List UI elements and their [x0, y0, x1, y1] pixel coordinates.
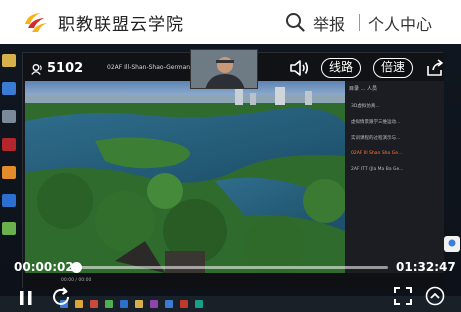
total-duration: 01:32:47	[396, 260, 456, 274]
inner-control-bar: 00:00 / 00:00	[23, 273, 444, 289]
taskbar-icon	[90, 300, 98, 308]
taskbar-icon	[135, 300, 143, 308]
desktop-icon	[2, 222, 16, 235]
shared-desktop: 02AF Ill-Shan-Shao-German Dual Vo 目录 ...…	[0, 44, 461, 296]
seek-handle[interactable]	[70, 262, 82, 273]
volume-icon[interactable]	[289, 59, 309, 77]
taskbar-icon	[150, 300, 158, 308]
panel-list-item: 虚拟情景跟学三维运动...	[351, 120, 401, 125]
line-switch-label: 线路	[328, 60, 353, 74]
play-pause-button[interactable]	[16, 287, 36, 309]
panel-list-item: 实训课程的过程演示与...	[351, 136, 401, 141]
collapse-up-icon[interactable]	[425, 286, 445, 306]
desktop-icon	[2, 110, 16, 123]
desktop-icon	[2, 194, 16, 207]
search-icon[interactable]	[285, 12, 305, 32]
inner-time-text: 00:00 / 00:00	[61, 278, 92, 283]
aerial-park-video-frame	[25, 81, 345, 273]
panel-list-item: 3D虚拟仿真...	[351, 104, 380, 109]
desktop-icon	[2, 138, 16, 151]
viewer-count: 5102	[47, 61, 84, 76]
taskbar-icon	[75, 300, 83, 308]
teacher-camera-feed	[190, 49, 258, 89]
app-header: 职教联盟云学院 举报 个人中心	[0, 0, 461, 44]
personal-center-link[interactable]: 个人中心	[368, 11, 432, 35]
panel-tabs: 目录 ... 人员	[349, 86, 377, 92]
viewer-icon	[31, 64, 42, 75]
taskbar-icon	[180, 300, 188, 308]
video-player[interactable]: 02AF Ill-Shan-Shao-German Dual Vo 目录 ...…	[0, 44, 461, 312]
share-icon[interactable]	[425, 58, 445, 78]
refresh-icon[interactable]	[50, 286, 72, 308]
taskbar-icon	[195, 300, 203, 308]
brand-logo-icon	[25, 13, 47, 32]
current-time: 00:00:02	[14, 260, 74, 274]
header-divider	[359, 14, 360, 31]
taskbar-icon	[165, 300, 173, 308]
chat-bubble-icon[interactable]	[444, 236, 460, 252]
playback-speed-button[interactable]: 倍速	[373, 58, 413, 78]
line-switch-button[interactable]: 线路	[321, 58, 361, 78]
desktop-icon	[2, 166, 16, 179]
inner-side-panel: 目录 ... 人员 3D虚拟仿真... 虚拟情景跟学三维运动... 实训课程的过…	[345, 81, 444, 273]
taskbar-icon	[120, 300, 128, 308]
desktop-icon	[2, 54, 16, 67]
app-title: 职教联盟云学院	[58, 15, 184, 35]
panel-list-item: 2AF ITT (Jla Ma Ba Ge...	[351, 167, 404, 172]
desktop-icon	[2, 82, 16, 95]
fullscreen-icon[interactable]	[393, 286, 413, 306]
report-link[interactable]: 举报	[313, 11, 345, 35]
panel-list-item-active: 02AF Ill Shan Sho Ge...	[351, 151, 403, 156]
seek-bar[interactable]	[76, 266, 388, 269]
taskbar-icon	[105, 300, 113, 308]
playback-speed-label: 倍速	[380, 60, 405, 74]
